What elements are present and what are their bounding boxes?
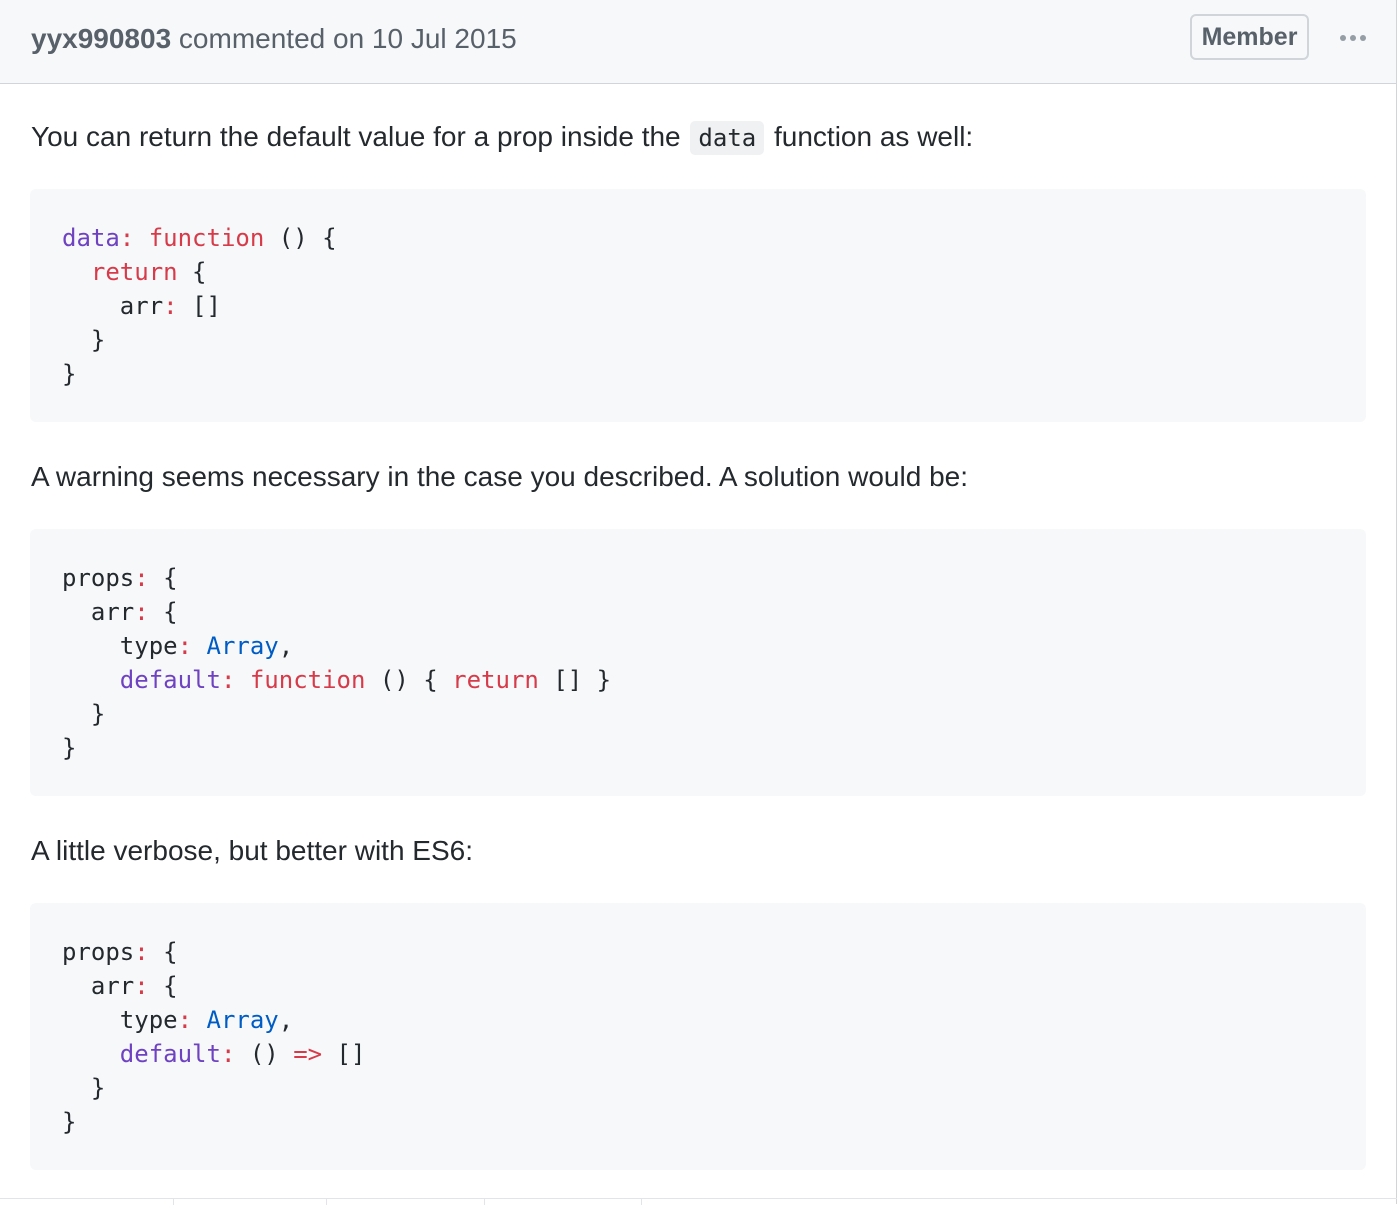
comment-header: yyx990803 commented on 10 Jul 2015 Membe… <box>0 0 1396 84</box>
comment-timestamp[interactable]: commented on 10 Jul 2015 <box>171 23 517 54</box>
comment-paragraph-1: You can return the default value for a p… <box>31 117 973 158</box>
code-token-prop: data <box>62 224 120 252</box>
code-token-plain: arr <box>62 972 135 1000</box>
code-token-plain: props <box>62 564 135 592</box>
comment-paragraph-2: A warning seems necessary in the case yo… <box>31 461 968 492</box>
code-line: default: function () { return [] } <box>62 663 1334 697</box>
code-token-keyword: return <box>452 666 539 694</box>
reaction-divider <box>484 1199 485 1205</box>
code-token-plain: { <box>148 972 178 1000</box>
reaction-divider <box>173 1199 174 1205</box>
kebab-horizontal-icon-dot <box>1350 35 1356 41</box>
code-block-3: props: { arr: { type: Array, default: ()… <box>30 903 1366 1170</box>
code-token-plain: [] } <box>538 666 612 694</box>
timeline-comment: yyx990803 commented on 10 Jul 2015 Membe… <box>0 0 1397 1205</box>
code-token-plain: } <box>62 700 106 728</box>
inline-code: data <box>690 121 765 155</box>
code-line: data: function () { <box>62 221 1334 255</box>
code-token-plain: { <box>148 598 178 626</box>
code-line: props: { <box>62 561 1334 595</box>
code-token-keyword: : <box>134 598 149 626</box>
code-line: } <box>62 357 1334 391</box>
comment-paragraph-3: A little verbose, but better with ES6: <box>31 835 474 866</box>
code-token-keyword: : <box>119 224 135 252</box>
code-token-keyword: function <box>249 666 366 694</box>
code-line: type: Array, <box>62 629 1334 663</box>
code-line: arr: [] <box>62 289 1334 323</box>
code-token-keyword: : <box>220 1040 236 1068</box>
code-token-keyword: : <box>134 972 149 1000</box>
code-token-plain: } <box>62 1074 106 1102</box>
reactions-bar-edge <box>0 1198 1397 1205</box>
reaction-divider <box>326 1199 327 1205</box>
code-token-plain: { <box>148 564 178 592</box>
code-token-keyword: : <box>134 938 149 966</box>
code-token-plain: () <box>235 1040 294 1068</box>
code-token-keyword: : <box>177 632 193 660</box>
code-token-plain: { <box>177 258 207 286</box>
code-token-plain: arr <box>62 598 135 626</box>
code-line: default: () => [] <box>62 1037 1334 1071</box>
code-token-keyword: : <box>177 1006 193 1034</box>
code-token-plain: } <box>62 734 77 762</box>
code-token-plain: arr <box>62 292 164 320</box>
code-token-plain: props <box>62 938 135 966</box>
code-line: props: { <box>62 935 1334 969</box>
kebab-horizontal-icon <box>1340 35 1346 41</box>
code-token-plain: { <box>148 938 178 966</box>
comment-header-text: yyx990803 commented on 10 Jul 2015 <box>31 22 517 56</box>
kebab-horizontal-icon-dot <box>1360 35 1366 41</box>
comment-options-button[interactable] <box>1334 24 1372 52</box>
code-token-keyword: return <box>90 258 178 286</box>
code-token-plain: } <box>62 1108 77 1136</box>
code-token-plain: } <box>62 326 106 354</box>
code-token-keyword: => <box>293 1040 323 1068</box>
code-line: } <box>62 731 1334 765</box>
code-block-1: data: function () { return { arr: [] }} <box>30 189 1366 422</box>
code-token-plain: [] <box>177 292 221 320</box>
reaction-divider <box>641 1199 642 1205</box>
code-line: arr: { <box>62 595 1334 629</box>
code-block-2: props: { arr: { type: Array, default: fu… <box>30 529 1366 796</box>
member-badge: Member <box>1190 14 1309 60</box>
code-token-keyword: : <box>220 666 236 694</box>
code-line: } <box>62 697 1334 731</box>
code-token-plain: type <box>62 1006 178 1034</box>
code-token-prop: default <box>119 1040 221 1068</box>
code-token-plain: , <box>278 1006 294 1034</box>
code-token-plain: } <box>62 360 77 388</box>
code-token-prop: default <box>119 666 221 694</box>
author-link[interactable]: yyx990803 <box>31 23 171 54</box>
code-line: } <box>62 1105 1334 1139</box>
code-token-plain: [] <box>322 1040 366 1068</box>
code-line: return { <box>62 255 1334 289</box>
code-token-builtin: Array <box>206 632 279 660</box>
code-line: } <box>62 323 1334 357</box>
code-token-keyword: function <box>148 224 265 252</box>
code-token-plain: , <box>278 632 294 660</box>
paragraph-text: You can return the default value for a p… <box>31 121 689 152</box>
code-token-plain: () { <box>365 666 453 694</box>
code-token-plain: type <box>62 632 178 660</box>
code-line: } <box>62 1071 1334 1105</box>
code-token-keyword: : <box>163 292 178 320</box>
code-token-plain: () { <box>264 224 337 252</box>
code-line: arr: { <box>62 969 1334 1003</box>
code-line: type: Array, <box>62 1003 1334 1037</box>
paragraph-text: function as well: <box>766 121 974 152</box>
code-token-builtin: Array <box>206 1006 279 1034</box>
code-token-keyword: : <box>134 564 149 592</box>
